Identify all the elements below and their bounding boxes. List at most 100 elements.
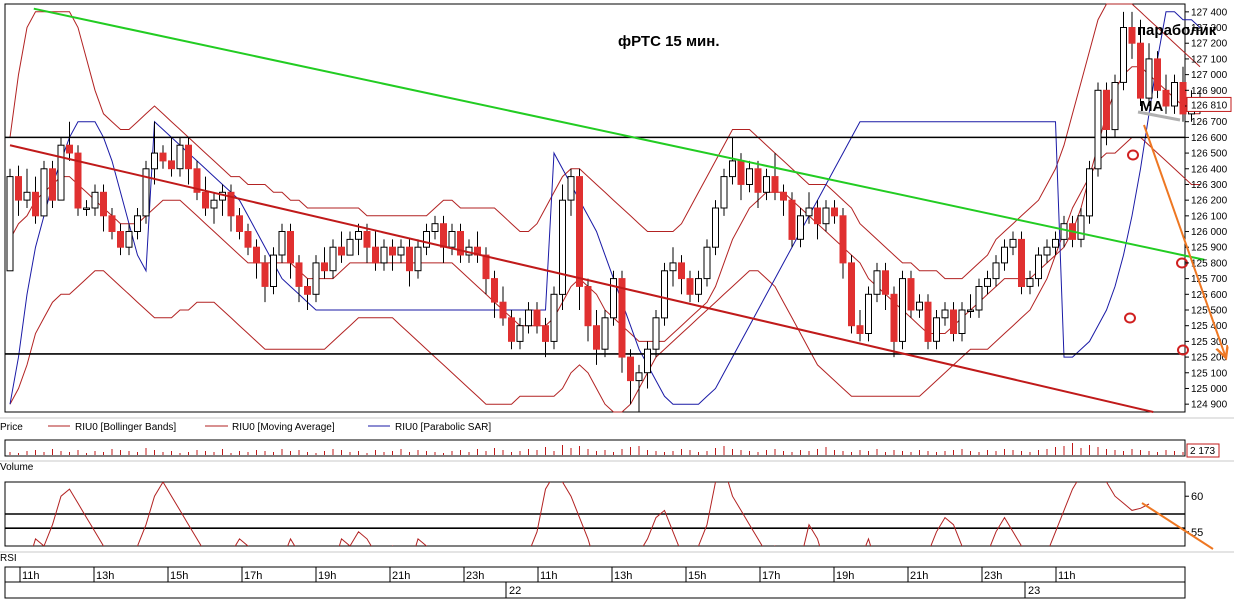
price-tick-label: 126 200 xyxy=(1191,196,1228,207)
time-label: 11h xyxy=(1058,570,1076,582)
candle xyxy=(142,160,150,224)
time-label: 11h xyxy=(22,570,40,582)
candle xyxy=(57,137,65,201)
time-label: 21h xyxy=(910,570,928,582)
time-label: 21h xyxy=(392,570,410,582)
candle-body-down xyxy=(15,176,22,201)
price-tick-label: 126 900 xyxy=(1191,86,1228,97)
candle-body-up xyxy=(134,215,141,233)
candle-body-up xyxy=(1035,254,1042,280)
candle-body-up xyxy=(431,223,439,232)
candle-body-up xyxy=(720,176,728,209)
candle-body-up xyxy=(1001,246,1008,264)
legend-parabolic-sar: RIU0 [Parabolic SAR] xyxy=(395,422,491,433)
candle xyxy=(924,294,932,350)
candle xyxy=(848,255,855,334)
time-label: 13h xyxy=(96,570,114,582)
candle-body-down xyxy=(907,278,915,311)
candle-body-up xyxy=(91,191,99,209)
volume-last-value: 2 173 xyxy=(1190,446,1215,457)
candle-body-down xyxy=(440,223,447,248)
time-label: 17h xyxy=(244,570,262,582)
candle-body-up xyxy=(329,246,337,272)
candle-body-up xyxy=(567,176,575,201)
price-tick-label: 127 100 xyxy=(1191,54,1228,65)
candle-body-up xyxy=(644,348,651,374)
candle-body-down xyxy=(754,168,762,193)
candle-body-up xyxy=(661,270,668,319)
candle-body-down xyxy=(1179,82,1187,115)
candle-body-down xyxy=(1162,89,1170,107)
candle xyxy=(865,286,872,342)
candle-body-up xyxy=(1094,89,1102,170)
candle xyxy=(712,200,719,256)
price-panel[interactable]: фРТС 15 мин. параболик MA 124 900125 000… xyxy=(4,3,1232,413)
candle-body-down xyxy=(771,176,779,193)
candle-body-up xyxy=(899,278,906,342)
price-tick-label: 125 900 xyxy=(1191,243,1228,254)
candle-body-down xyxy=(856,325,864,335)
candle xyxy=(1018,231,1025,295)
candle-body-up xyxy=(873,270,881,295)
price-tick-label: 127 400 xyxy=(1191,7,1228,18)
rsi-panel-label: RSI xyxy=(0,553,17,564)
candle-body-up xyxy=(559,199,566,295)
candle xyxy=(610,270,617,326)
candle-body-up xyxy=(984,278,991,287)
candle xyxy=(550,286,558,350)
candle-body-up xyxy=(729,160,736,178)
price-tick-label: 126 100 xyxy=(1191,211,1228,222)
price-tick-label: 126 000 xyxy=(1191,227,1228,238)
candle-body-down xyxy=(261,262,269,287)
price-tick-label: 125 200 xyxy=(1191,353,1228,364)
candle-body-up xyxy=(176,144,184,170)
candle-body-up xyxy=(1052,238,1059,248)
time-label: 15h xyxy=(688,570,706,582)
candle-body-up xyxy=(1060,223,1068,240)
candle xyxy=(618,270,626,373)
price-plot-area xyxy=(4,3,1186,413)
candle-body-up xyxy=(1086,168,1093,217)
candle-body-up xyxy=(1171,82,1178,107)
candle-body-down xyxy=(253,246,260,264)
candle-body-up xyxy=(805,207,813,217)
candle-body-up xyxy=(916,301,923,311)
candle-body-down xyxy=(882,270,889,295)
candle xyxy=(661,262,668,326)
candle-body-down xyxy=(890,293,898,342)
price-tick-label: 125 400 xyxy=(1191,321,1228,332)
legend-moving-average: RIU0 [Moving Average] xyxy=(232,422,335,433)
chart-title: фРТС 15 мин. xyxy=(618,33,720,50)
candle-body-up xyxy=(865,293,872,334)
chart-window: фРТС 15 мин. параболик MA 124 900125 000… xyxy=(0,0,1234,600)
candle-body-down xyxy=(508,317,515,342)
candle-body-down xyxy=(1128,27,1136,44)
date-label: 23 xyxy=(1028,585,1040,597)
candle-body-down xyxy=(924,301,932,342)
candle xyxy=(74,145,82,216)
candle-body-down xyxy=(236,215,243,233)
candle-body-down xyxy=(491,278,498,303)
candle-body-up xyxy=(822,207,830,225)
candle-body-down xyxy=(482,254,490,280)
candle xyxy=(1086,160,1093,224)
legend-bollinger: RIU0 [Bollinger Bands] xyxy=(75,422,176,433)
candle-body-down xyxy=(321,262,328,272)
candle-body-down xyxy=(618,278,626,358)
candle xyxy=(40,160,48,217)
time-label: 19h xyxy=(318,570,336,582)
last-price-label: 126 810 xyxy=(1191,100,1228,111)
candle-body-up xyxy=(703,246,711,280)
candle-body-up xyxy=(975,286,983,311)
candle-body-down xyxy=(295,262,303,287)
candle-body-down xyxy=(244,231,252,248)
candle xyxy=(1094,82,1102,177)
candle-body-up xyxy=(210,199,218,209)
candle-body-down xyxy=(108,215,116,233)
price-tick-label: 127 200 xyxy=(1191,39,1228,50)
candle xyxy=(6,168,14,272)
candle-body-up xyxy=(278,231,286,256)
candle-body-up xyxy=(270,254,277,288)
candle-body-down xyxy=(686,278,694,295)
candle-body-up xyxy=(312,262,320,295)
